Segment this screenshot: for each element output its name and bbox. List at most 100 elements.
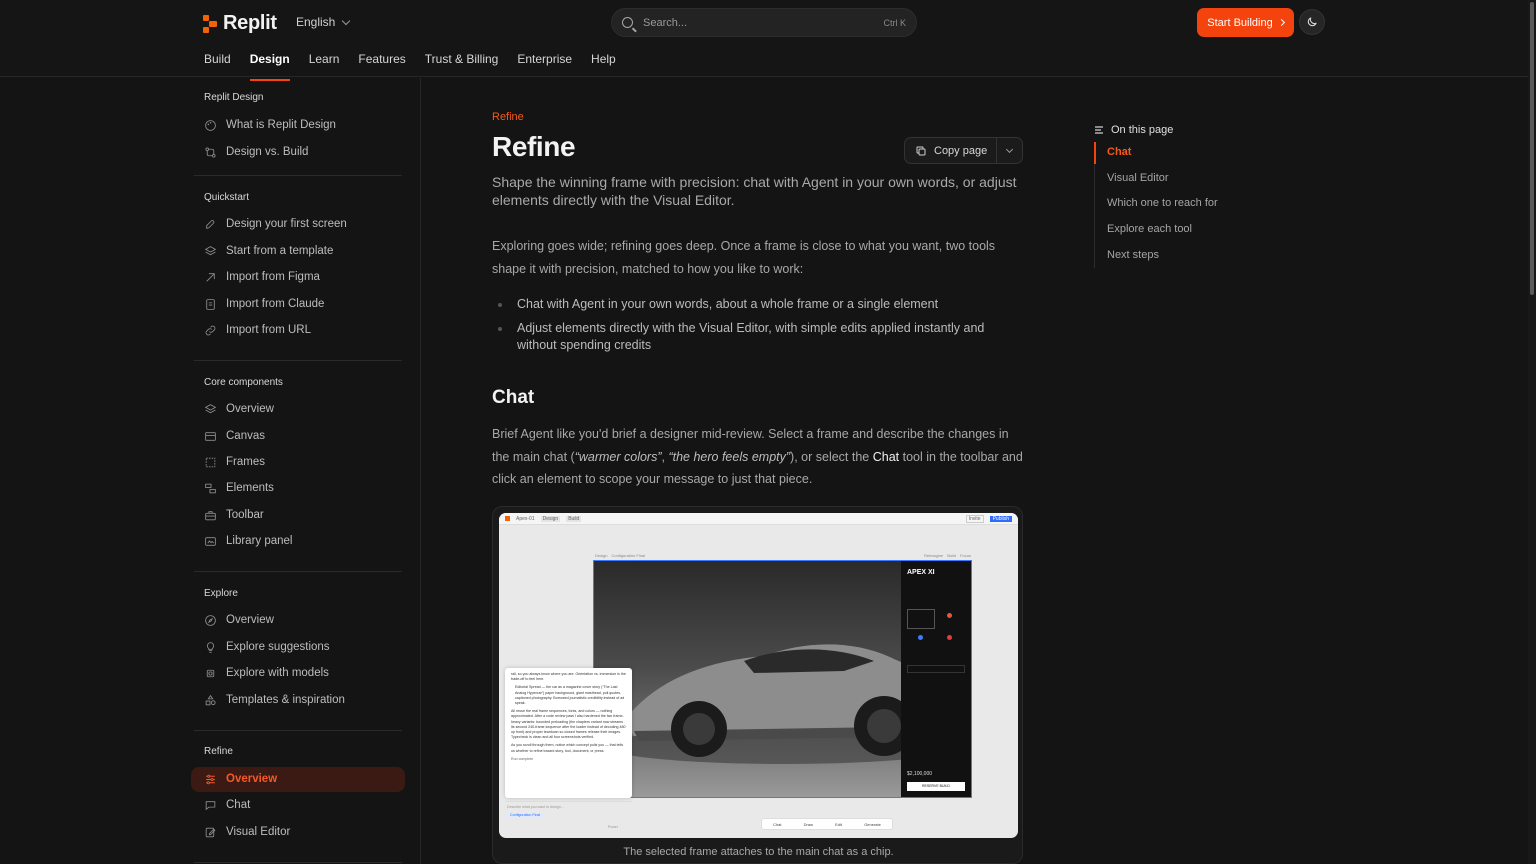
- sidebar-item-label: Chat: [226, 799, 251, 811]
- toc-active-indicator: [1094, 142, 1096, 164]
- rocket-icon: [204, 218, 217, 231]
- mini-invite: Invite: [965, 514, 984, 523]
- sidebar-item-visual-editor[interactable]: Visual Editor: [204, 822, 290, 842]
- mini-tool: Draw: [803, 821, 813, 827]
- search-bar[interactable]: Search... Ctrl K: [611, 8, 917, 37]
- brand-name: Replit: [223, 12, 277, 34]
- selected-frame: APEX XI $2,100,000 RESERVE BUILD: [593, 560, 972, 798]
- compass-icon: [204, 614, 217, 627]
- intro-paragraph: Exploring goes wide; refining goes deep.…: [492, 239, 996, 276]
- config-panel: APEX XI $2,100,000 RESERVE BUILD: [901, 561, 971, 797]
- copy-page-label: Copy page: [934, 144, 988, 157]
- search-placeholder: Search...: [643, 16, 688, 29]
- chat-paragraph: Brief Agent like you'd brief a designer …: [492, 423, 1027, 491]
- mini-chat-input: Describe what you want to design... Conf…: [505, 801, 632, 833]
- nav-tab-features[interactable]: Features: [358, 52, 405, 81]
- intro-bullet: Adjust elements directly with the Visual…: [498, 320, 1018, 354]
- language-select[interactable]: English: [296, 15, 351, 29]
- mini-chat-line: All reuse the real frame sequences, font…: [511, 709, 626, 740]
- sidebar-item-templates-inspiration[interactable]: Templates & inspiration: [204, 690, 345, 710]
- sidebar-item-toolbar[interactable]: Toolbar: [204, 505, 264, 525]
- toc-item-chat[interactable]: Chat: [1107, 146, 1131, 158]
- sidebar-item-design-your-first-screen[interactable]: Design your first screen: [204, 214, 347, 234]
- copy-page-control: Copy page: [904, 137, 1023, 164]
- copy-page-button[interactable]: Copy page: [905, 138, 997, 163]
- figma-icon: [204, 271, 217, 284]
- page-scrollbar[interactable]: [1528, 0, 1536, 864]
- elements-icon: [204, 482, 217, 495]
- sliders-icon: [204, 773, 217, 786]
- nav-tab-design[interactable]: Design: [249, 52, 290, 81]
- mini-tab: Design: [540, 515, 561, 522]
- chevron-down-icon: [342, 16, 351, 25]
- intro-bullets: Chat with Agent in your own words, about…: [498, 296, 1018, 361]
- sidebar-section-title: Core components: [204, 377, 283, 388]
- sidebar-item-import-from-claude[interactable]: Import from Claude: [204, 294, 324, 314]
- nav-tab-help[interactable]: Help: [591, 52, 616, 81]
- sidebar-item-label: Design your first screen: [226, 218, 347, 230]
- sidebar-item-what-is-replit-design[interactable]: What is Replit Design: [204, 115, 336, 135]
- document-icon: [204, 298, 217, 311]
- panel-title: APEX XI: [907, 569, 935, 576]
- mini-chat-panel: rail, so you always know where you are. …: [505, 668, 632, 798]
- sidebar-item-label: Toolbar: [226, 509, 264, 521]
- toolbox-icon: [204, 509, 217, 522]
- sidebar-item-import-from-figma[interactable]: Import from Figma: [204, 267, 320, 287]
- sidebar-item-label: What is Replit Design: [226, 119, 336, 131]
- nav-tab-learn[interactable]: Learn: [309, 52, 340, 81]
- mini-tool: Edit: [835, 821, 843, 827]
- sidebar-divider: [194, 730, 402, 731]
- swatch-orange: [947, 613, 952, 618]
- layers-icon: [204, 403, 217, 416]
- toc-item-visual-editor[interactable]: Visual Editor: [1107, 172, 1169, 184]
- chat-tool-term: Chat: [872, 449, 900, 464]
- scrollbar-thumb[interactable]: [1530, 2, 1534, 295]
- mini-chat-mode: Power: [607, 825, 618, 829]
- sidebar-item-label: Elements: [226, 482, 274, 494]
- layers-icon: [204, 245, 217, 258]
- sidebar-item-overview[interactable]: Overview: [204, 399, 274, 419]
- language-label: English: [296, 15, 336, 29]
- sidebar-item-overview[interactable]: Overview: [204, 769, 277, 789]
- quote-hero-empty: “the hero feels empty”: [668, 449, 791, 464]
- lightbulb-icon: [204, 641, 217, 654]
- sidebar-item-frames[interactable]: Frames: [204, 452, 265, 472]
- mini-tab: Apex-01: [516, 515, 535, 522]
- sidebar-section-title: Refine: [204, 746, 233, 757]
- theme-toggle-button[interactable]: [1299, 9, 1325, 35]
- chat-icon: [204, 799, 217, 812]
- sidebar-item-explore-suggestions[interactable]: Explore suggestions: [204, 637, 330, 657]
- frame-icon: [204, 456, 217, 469]
- toc-item-next-steps[interactable]: Next steps: [1107, 249, 1159, 261]
- start-building-button[interactable]: Start Building: [1197, 8, 1294, 37]
- toc-title-label: On this page: [1111, 124, 1174, 136]
- chat-screenshot: Apex-01 Design Build Invite Publish Desi…: [499, 513, 1018, 838]
- copy-icon: [916, 146, 926, 155]
- sidebar-section-title: Replit Design: [204, 92, 264, 103]
- nav-tab-trust-billing[interactable]: Trust & Billing: [425, 52, 499, 81]
- toc-item-explore-each-tool[interactable]: Explore each tool: [1107, 223, 1192, 235]
- mini-tab: Build: [566, 515, 582, 522]
- sidebar-item-label: Explore suggestions: [226, 641, 330, 653]
- nav-tab-build[interactable]: Build: [204, 52, 231, 81]
- toc-item-which-one-to-reach-for[interactable]: Which one to reach for: [1107, 197, 1218, 209]
- sidebar-item-import-from-url[interactable]: Import from URL: [204, 320, 311, 340]
- sidebar-item-explore-with-models[interactable]: Explore with models: [204, 663, 329, 683]
- copy-options-dropdown[interactable]: [997, 145, 1022, 153]
- sidebar-item-elements[interactable]: Elements: [204, 478, 274, 498]
- nav-tab-enterprise[interactable]: Enterprise: [517, 52, 572, 81]
- sidebar-item-label: Design vs. Build: [226, 146, 309, 158]
- link-icon: [204, 324, 217, 337]
- sidebar-item-start-from-a-template[interactable]: Start from a template: [204, 241, 333, 261]
- mini-toolbar: Chat Draw Edit Generate: [761, 818, 893, 830]
- sidebar-item-label: Start from a template: [226, 245, 334, 257]
- brand-logo[interactable]: Replit: [203, 12, 277, 35]
- sidebar-item-chat[interactable]: Chat: [204, 795, 250, 815]
- sidebar-item-label: Overview: [226, 773, 278, 785]
- search-shortcut: Ctrl K: [883, 17, 907, 28]
- sidebar-item-design-vs-build[interactable]: Design vs. Build: [204, 142, 308, 162]
- sidebar-item-library-panel[interactable]: Library panel: [204, 531, 292, 551]
- sidebar-item-label: Canvas: [226, 430, 265, 442]
- sidebar-item-overview[interactable]: Overview: [204, 610, 274, 630]
- sidebar-item-canvas[interactable]: Canvas: [204, 426, 265, 446]
